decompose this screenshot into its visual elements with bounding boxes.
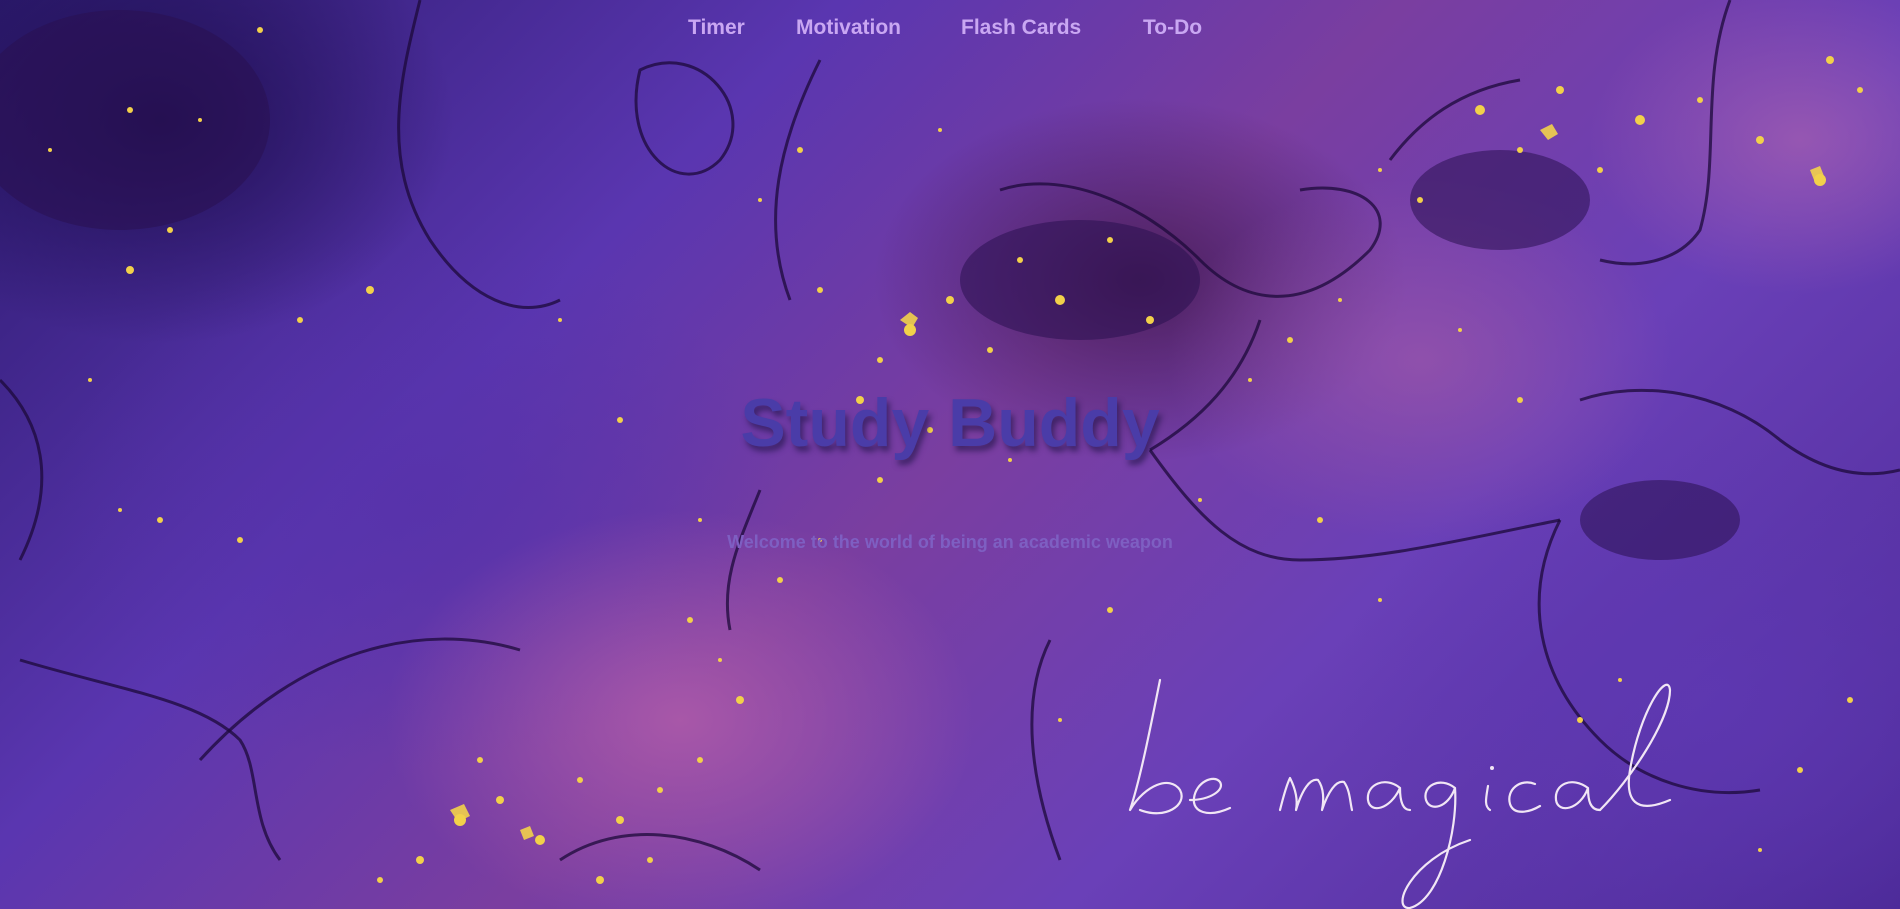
nav-link-flash-cards[interactable]: Flash Cards bbox=[961, 12, 1081, 44]
main-nav: Timer Motivation Flash Cards To-Do bbox=[0, 12, 1900, 44]
nav-link-motivation[interactable]: Motivation bbox=[796, 12, 901, 44]
be-magical-script-art bbox=[1128, 678, 1672, 909]
nav-link-timer[interactable]: Timer bbox=[688, 12, 745, 44]
nav-link-to-do[interactable]: To-Do bbox=[1143, 12, 1202, 44]
hero-subtitle: Welcome to the world of being an academi… bbox=[727, 532, 1173, 552]
hero-title: Study Buddy bbox=[740, 385, 1160, 461]
